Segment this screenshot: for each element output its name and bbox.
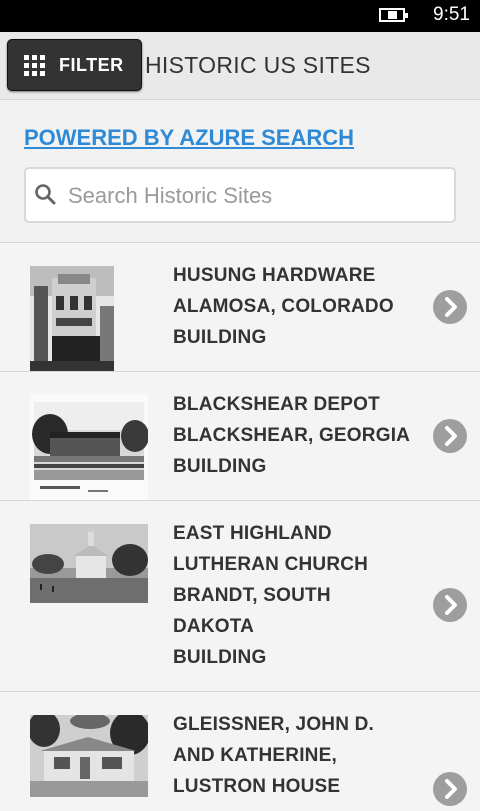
app-header: FILTER HISTORIC US SITES	[0, 32, 480, 100]
list-item[interactable]: GLEISSNER, JOHN D. AND KATHERINE, LUSTRO…	[0, 691, 480, 811]
chevron-right-icon[interactable]	[433, 588, 467, 622]
site-name: BLACKSHEAR DEPOT	[173, 394, 380, 415]
site-name-line: EAST HIGHLAND	[173, 523, 332, 544]
site-name-line: LUSTRON HOUSE	[173, 776, 341, 797]
site-type: BUILDING	[173, 327, 267, 348]
site-thumbnail	[30, 394, 148, 501]
chevron-right-icon[interactable]	[433, 419, 467, 453]
search-box[interactable]	[24, 167, 456, 223]
page-title: HISTORIC US SITES	[145, 52, 371, 78]
battery-charging-icon	[379, 8, 408, 22]
site-location-line: DAKOTA	[173, 616, 255, 637]
filter-button-label: FILTER	[59, 54, 124, 75]
site-text: EAST HIGHLAND LUTHERAN CHURCH BRANDT, SO…	[173, 518, 368, 673]
site-name-line: GLEISSNER, JOHN D.	[173, 714, 375, 735]
site-location: BLACKSHEAR, GEORGIA	[173, 425, 411, 446]
status-time: 9:51	[433, 4, 470, 25]
search-icon	[35, 184, 56, 205]
site-location-line: BRANDT, SOUTH	[173, 585, 331, 606]
site-type: BUILDING	[173, 647, 267, 668]
site-text: HUSUNG HARDWARE ALAMOSA, COLORADO BUILDI…	[173, 260, 394, 353]
site-name-line: LUTHERAN CHURCH	[173, 554, 369, 575]
filter-button[interactable]: FILTER	[7, 39, 142, 91]
site-name: HUSUNG HARDWARE	[173, 265, 376, 286]
grid-icon	[24, 54, 45, 76]
site-type: BUILDING	[173, 456, 267, 477]
site-text: BLACKSHEAR DEPOT BLACKSHEAR, GEORGIA BUI…	[173, 389, 410, 482]
chevron-right-icon[interactable]	[433, 290, 467, 324]
chevron-right-icon[interactable]	[433, 772, 467, 806]
list-item[interactable]: EAST HIGHLAND LUTHERAN CHURCH BRANDT, SO…	[0, 500, 480, 691]
site-thumbnail	[30, 715, 148, 797]
site-thumbnail	[30, 266, 114, 371]
powered-by-link[interactable]: POWERED BY AZURE SEARCH	[24, 125, 354, 151]
list-item[interactable]: BLACKSHEAR DEPOT BLACKSHEAR, GEORGIA BUI…	[0, 371, 480, 501]
site-list: HUSUNG HARDWARE ALAMOSA, COLORADO BUILDI…	[0, 242, 480, 811]
search-input[interactable]	[66, 179, 450, 213]
site-name-line: AND KATHERINE,	[173, 745, 337, 766]
status-bar: 9:51	[0, 0, 480, 32]
list-item[interactable]: HUSUNG HARDWARE ALAMOSA, COLORADO BUILDI…	[0, 242, 480, 371]
site-thumbnail	[30, 524, 148, 603]
site-location: ALAMOSA, COLORADO	[173, 296, 394, 317]
site-text: GLEISSNER, JOHN D. AND KATHERINE, LUSTRO…	[173, 709, 374, 802]
